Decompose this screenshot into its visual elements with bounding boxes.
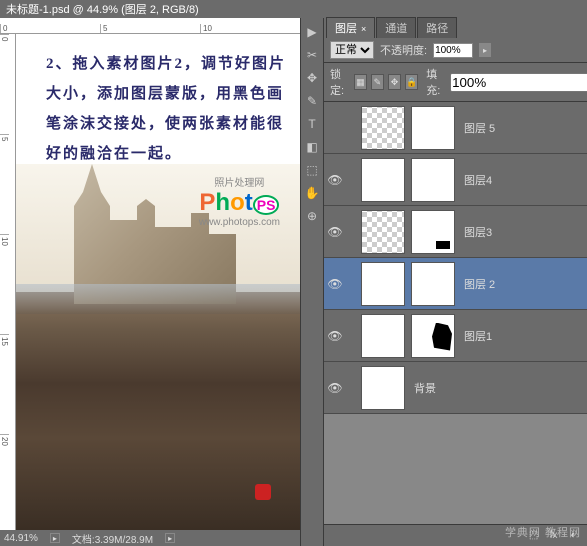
main-area: 0510 05101520 2、拖入素材图片2，调节好图片大小，添加图层蒙版，用… <box>0 18 587 546</box>
canvas[interactable]: 2、拖入素材图片2，调节好图片大小，添加图层蒙版，用黑色画笔涂沫交接处，使两张素… <box>16 34 300 530</box>
tool-align[interactable]: ◧ <box>301 136 323 158</box>
tab-channels[interactable]: 通道 <box>376 17 416 38</box>
mask-thumbnail[interactable] <box>411 158 455 202</box>
tool-hand[interactable]: ✋ <box>301 182 323 204</box>
document-title: 未标题-1.psd @ 44.9% (图层 2, RGB/8) <box>0 0 587 18</box>
visibility-toggle[interactable]: 👁 <box>326 173 344 187</box>
layer-row[interactable]: 👁 图层3 <box>324 206 587 258</box>
layer-row[interactable]: 👁 图层 2 <box>324 258 587 310</box>
lock-label: 锁定: <box>330 66 350 98</box>
layer-thumbnail[interactable] <box>361 262 405 306</box>
toolbox: ▶ ✂ ✥ ✎ T ◧ ⬚ ✋ ⊕ <box>300 18 324 546</box>
ruler-vertical: 05101520 <box>0 34 16 530</box>
zoom-arrow[interactable]: ▸ <box>50 533 60 543</box>
tool-move[interactable]: ✥ <box>301 67 323 89</box>
layer-thumbnail[interactable] <box>361 158 405 202</box>
logo-url: www.photops.com <box>199 217 280 228</box>
layer-row[interactable]: 图层 5 <box>324 102 587 154</box>
layer-thumbnail[interactable] <box>361 210 405 254</box>
visibility-toggle[interactable]: 👁 <box>326 329 344 343</box>
layer-name[interactable]: 图层1 <box>464 328 587 344</box>
ruler-horizontal: 0510 <box>0 18 300 34</box>
fill-label: 填充: <box>426 66 446 98</box>
logo-caption: 照片处理网 <box>199 174 280 189</box>
layer-thumbnail[interactable] <box>361 366 405 410</box>
lock-all-icon[interactable]: 🔒 <box>405 74 418 90</box>
lock-brush-icon[interactable]: ✎ <box>371 74 384 90</box>
tool-type[interactable]: T <box>301 113 323 135</box>
layer-row[interactable]: 👁 背景 🔒 <box>324 362 587 414</box>
zoom-level[interactable]: 44.91% <box>4 533 38 544</box>
lock-position-icon[interactable]: ✥ <box>388 74 401 90</box>
blend-mode-select[interactable]: 正常 <box>330 41 374 59</box>
visibility-toggle[interactable]: 👁 <box>326 225 344 239</box>
visibility-toggle[interactable]: 👁 <box>326 381 344 395</box>
layer-name[interactable]: 背景 <box>414 380 587 396</box>
lock-fill-row: 锁定: ▦ ✎ ✥ 🔒 填充: ▸ <box>324 63 587 102</box>
layer-row[interactable]: 👁 图层1 <box>324 310 587 362</box>
logo-main: PhotPS <box>199 189 280 217</box>
mask-thumbnail[interactable] <box>411 262 455 306</box>
fx-button[interactable]: fx <box>545 528 563 544</box>
layer-panel-footer: ⬚ fx ◐ ▣ ⊡ 🗑 <box>324 524 587 546</box>
tool-shape[interactable]: ⬚ <box>301 159 323 181</box>
tab-layers[interactable]: 图层× <box>326 17 375 38</box>
mask-thumbnail[interactable] <box>411 210 455 254</box>
photops-logo: 照片处理网 PhotPS www.photops.com <box>199 174 280 228</box>
tool-arrange[interactable]: ▶ <box>301 21 323 43</box>
opacity-label: 不透明度: <box>380 42 427 58</box>
doc-size: 文档:3.39M/28.9M <box>72 531 153 546</box>
mask-button[interactable]: ◐ <box>565 528 583 544</box>
visibility-toggle[interactable]: 👁 <box>326 277 344 291</box>
panels: 图层× 通道 路径 正常 不透明度: ▸ 锁定: ▦ ✎ ✥ 🔒 填充: ▸ <box>324 18 587 546</box>
doc-arrow[interactable]: ▸ <box>165 533 175 543</box>
fill-input[interactable] <box>450 73 587 92</box>
layer-name[interactable]: 图层 2 <box>464 276 587 292</box>
lock-transparency-icon[interactable]: ▦ <box>354 74 367 90</box>
panel-tabs: 图层× 通道 路径 <box>324 18 587 38</box>
link-layers-button[interactable]: ⬚ <box>525 528 543 544</box>
document: 2、拖入素材图片2，调节好图片大小，添加图层蒙版，用黑色画笔涂沫交接处，使两张素… <box>16 34 300 530</box>
tool-zoom[interactable]: ⊕ <box>301 205 323 227</box>
statusbar: 44.91% ▸ 文档:3.39M/28.9M ▸ <box>0 530 300 546</box>
layers-list: 图层 5 👁 图层4 👁 图层3 👁 图层 2 <box>324 102 587 524</box>
layer-name[interactable]: 图层3 <box>464 224 587 240</box>
tool-slice[interactable]: ✂ <box>301 44 323 66</box>
blend-opacity-row: 正常 不透明度: ▸ <box>324 38 587 63</box>
opacity-input[interactable] <box>433 43 473 58</box>
tool-brush[interactable]: ✎ <box>301 90 323 112</box>
layer-thumbnail[interactable] <box>361 314 405 358</box>
layer-name[interactable]: 图层 5 <box>464 120 587 136</box>
seal-stamp <box>255 480 285 520</box>
layer-thumbnail[interactable] <box>361 106 405 150</box>
opacity-arrow[interactable]: ▸ <box>479 43 491 57</box>
layer-row[interactable]: 👁 图层4 <box>324 154 587 206</box>
canvas-area: 0510 05101520 2、拖入素材图片2，调节好图片大小，添加图层蒙版，用… <box>0 18 300 546</box>
instruction-text: 2、拖入素材图片2，调节好图片大小，添加图层蒙版，用黑色画笔涂沫交接处，使两张素… <box>46 49 290 169</box>
mask-thumbnail[interactable] <box>411 106 455 150</box>
close-icon[interactable]: × <box>361 24 366 34</box>
layer-name[interactable]: 图层4 <box>464 172 587 188</box>
tab-paths[interactable]: 路径 <box>417 17 457 38</box>
mask-thtumbnail[interactable] <box>411 314 455 358</box>
